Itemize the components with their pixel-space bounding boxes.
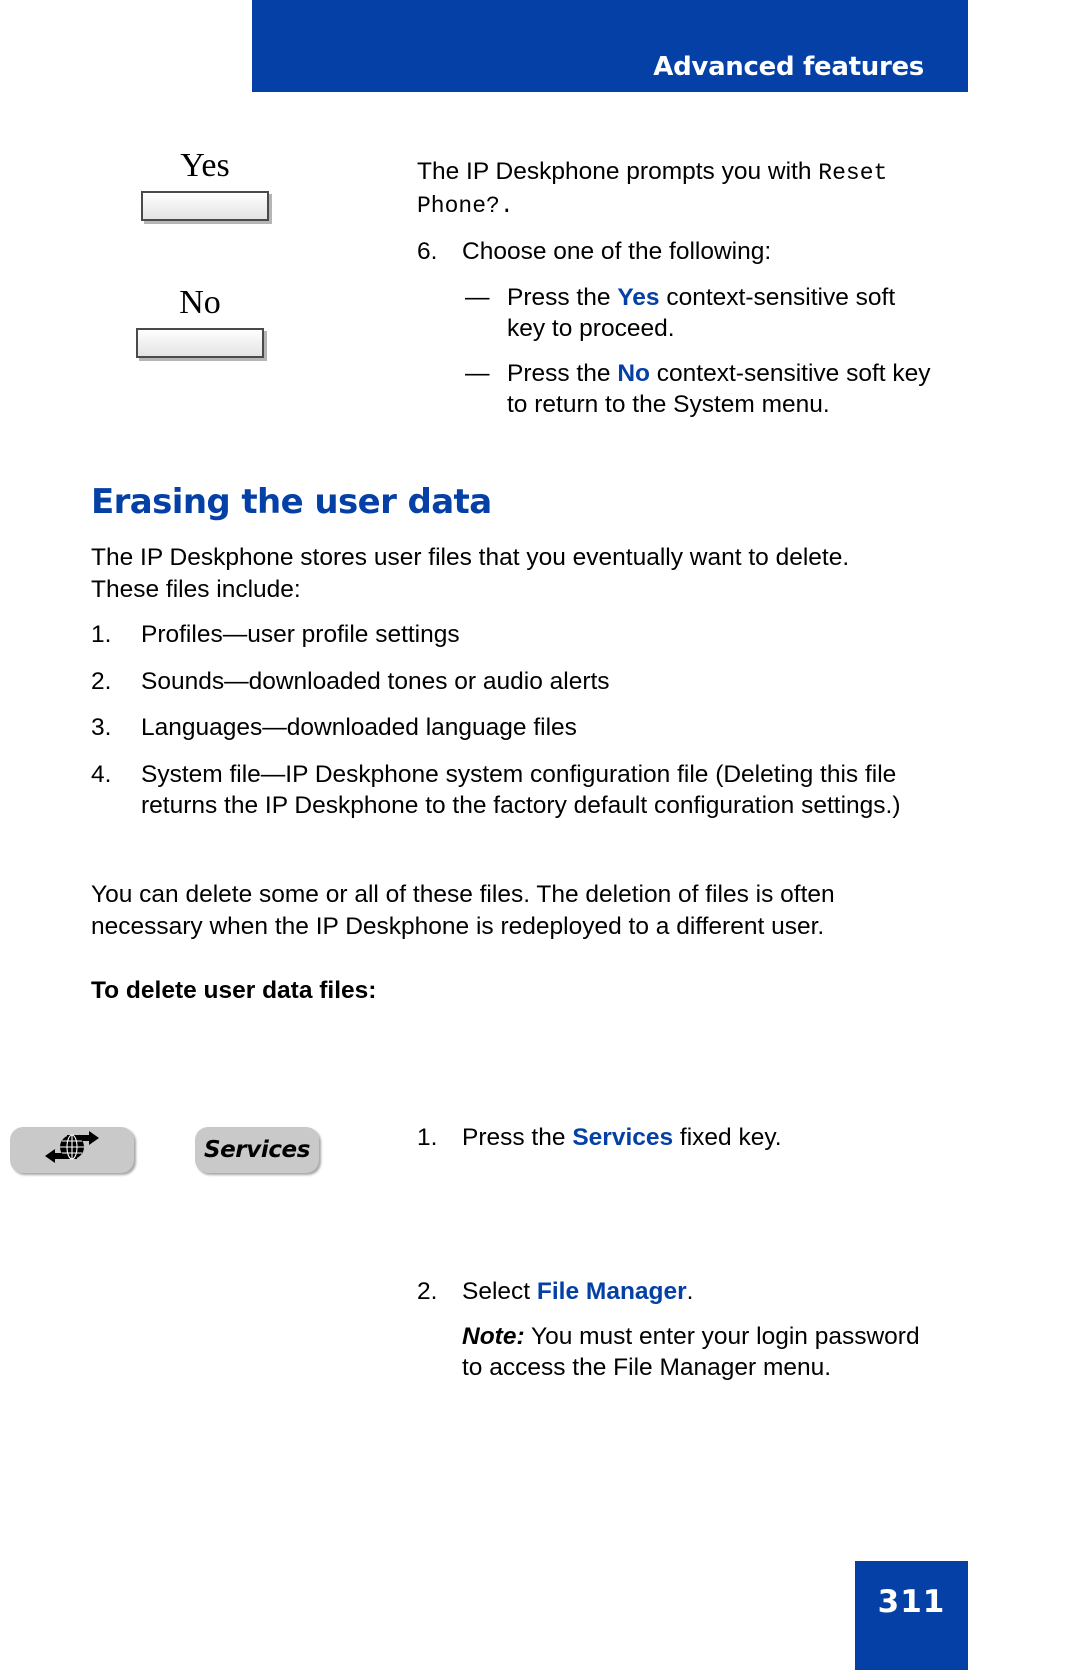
bullet-yes-key: Yes: [617, 284, 660, 311]
closing-paragraph-text: You can delete some or all of these file…: [91, 881, 835, 940]
yes-softkey-button[interactable]: [141, 191, 269, 221]
list-item-number: 4.: [91, 760, 112, 788]
step1-post: fixed key.: [673, 1124, 782, 1151]
list-item: 4. System file—IP Deskphone system confi…: [91, 759, 901, 822]
no-softkey-label: No: [179, 284, 221, 321]
reset-prompt-paragraph: The IP Deskphone prompts you with Reset …: [417, 156, 937, 222]
reset-prompt-mono-1: Reset: [818, 160, 888, 186]
procedure-note: Note: You must enter your login password…: [462, 1321, 937, 1383]
step-6-number: 6.: [417, 238, 438, 265]
bullet-press-no: — Press the No context-sensitive soft ke…: [465, 358, 937, 420]
bullet-no-pre: Press the: [507, 360, 618, 387]
globe-arrows-icon: [37, 1130, 107, 1170]
list-item-text: Sounds—downloaded tones or audio alerts: [141, 667, 610, 695]
procedure-step-1-text: Press the Services fixed key.: [462, 1122, 937, 1153]
bullet-no-key: No: [617, 360, 650, 387]
list-item: 2. Sounds—downloaded tones or audio aler…: [91, 666, 901, 698]
bullet-press-yes-text: Press the Yes context-sensitive soft key…: [507, 282, 937, 344]
step1-key: Services: [572, 1124, 674, 1151]
bullet-press-no-text: Press the No context-sensitive soft key …: [507, 358, 937, 420]
bullet-press-yes: — Press the Yes context-sensitive soft k…: [465, 282, 937, 344]
top-text-column: The IP Deskphone prompts you with Reset …: [417, 92, 937, 420]
globe-arrows-key[interactable]: [10, 1127, 134, 1173]
step2-pre: Select: [462, 1278, 537, 1305]
list-item-text: Profiles—user profile settings: [141, 621, 460, 648]
header-band: Advanced features: [252, 0, 968, 92]
procedure-step-2-number: 2.: [417, 1278, 438, 1305]
dash-mark: —: [465, 284, 490, 311]
services-fixed-key[interactable]: Services: [195, 1127, 319, 1173]
list-item-number: 2.: [91, 667, 112, 695]
step2-key: File Manager: [536, 1278, 687, 1305]
dash-mark: —: [465, 360, 490, 387]
procedure-step-2: 2. Select File Manager.: [417, 1276, 937, 1307]
services-key-label: Services: [203, 1137, 311, 1163]
no-softkey-button[interactable]: [136, 328, 264, 358]
section-heading: Erasing the user data: [91, 482, 492, 522]
file-types-list: 1. Profiles—user profile settings 2. Sou…: [91, 619, 901, 822]
note-text: You must enter your login password to ac…: [462, 1323, 920, 1381]
list-item-text: Languages—downloaded language files: [141, 714, 577, 741]
yes-softkey-label: Yes: [180, 147, 230, 184]
reset-prompt-lead: The IP Deskphone prompts you with: [417, 158, 819, 185]
procedure-step-2-text: Select File Manager.: [462, 1276, 937, 1307]
list-item-text: System file—IP Deskphone system configur…: [141, 760, 901, 820]
list-item: 1. Profiles—user profile settings: [91, 619, 901, 651]
section-intro-paragraph: The IP Deskphone stores user files that …: [91, 542, 901, 605]
step2-post: .: [686, 1278, 694, 1305]
procedure-heading-text: To delete user data files:: [91, 977, 377, 1004]
procedure-step-1: 1. Press the Services fixed key.: [417, 1122, 937, 1153]
procedure-step-1-number: 1.: [417, 1124, 438, 1151]
closing-paragraph: You can delete some or all of these file…: [91, 879, 901, 942]
step1-pre: Press the: [462, 1124, 573, 1151]
page-number-badge: 311: [855, 1561, 968, 1670]
list-item: 3. Languages—downloaded language files: [91, 712, 901, 744]
reset-prompt-mono-2: Phone?.: [417, 193, 514, 219]
header-title: Advanced features: [653, 52, 924, 82]
page-content: Yes No The IP Deskphone prompts you with…: [0, 92, 1080, 1670]
list-item-number: 3.: [91, 714, 112, 741]
page-number: 311: [877, 1584, 946, 1620]
procedure-steps: 1. Press the Services fixed key. 2. Sele…: [417, 1122, 937, 1383]
bullet-yes-pre: Press the: [507, 284, 618, 311]
list-item-number: 1.: [91, 621, 112, 648]
note-label: Note:: [462, 1323, 525, 1350]
step-6-text: Choose one of the following:: [462, 238, 772, 265]
no-softkey-graphic[interactable]: No: [100, 284, 300, 358]
yes-softkey-graphic[interactable]: Yes: [105, 147, 305, 221]
step-6: 6. Choose one of the following:: [417, 236, 937, 267]
section-intro-text: The IP Deskphone stores user files that …: [91, 544, 850, 603]
procedure-heading: To delete user data files:: [91, 975, 901, 1006]
